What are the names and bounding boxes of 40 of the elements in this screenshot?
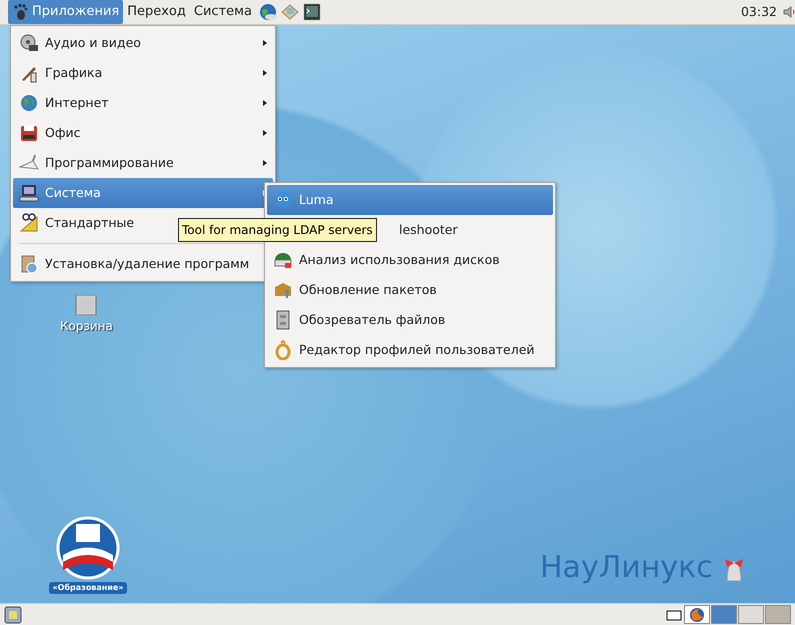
cartoon-face-icon (273, 190, 293, 210)
workspace-thumbnail[interactable] (738, 605, 764, 624)
menu-item[interactable]: Система (13, 178, 273, 208)
panel-menu[interactable]: Система (190, 0, 256, 24)
panel-menu[interactable]: Приложения (8, 0, 124, 24)
logo-caption: «Образование» (49, 582, 126, 594)
package-disc-icon (19, 254, 39, 274)
submenu-arrow-icon (263, 160, 267, 166)
box-arrow-icon (273, 280, 293, 300)
menu-item[interactable]: Luma (267, 185, 553, 215)
menu-item[interactable]: Обозреватель файлов (267, 305, 553, 335)
clock[interactable]: 03:32 (740, 2, 777, 22)
menu-item[interactable]: Офис (13, 118, 273, 148)
window-icon[interactable] (665, 608, 683, 622)
computer-icon (19, 183, 39, 203)
browser-globe-icon[interactable] (258, 2, 278, 22)
show-desktop-icon[interactable] (4, 606, 22, 624)
speaker-icon[interactable] (783, 5, 795, 19)
panel-menu[interactable]: Переход (123, 0, 190, 24)
menu-item[interactable]: Программирование (13, 148, 273, 178)
menu-item[interactable]: Редактор профилей пользователей (267, 335, 553, 365)
menu-item[interactable]: Графика (13, 58, 273, 88)
ring-icon (273, 340, 293, 360)
workspace-thumbnail[interactable] (765, 605, 791, 624)
submenu-arrow-icon (263, 40, 267, 46)
submenu-arrow-icon (263, 130, 267, 136)
menu-item[interactable]: Аудио и видео (13, 28, 273, 58)
footprint-icon (12, 3, 28, 21)
submenu-arrow-icon (263, 70, 267, 76)
scissors-ruler-icon (19, 213, 39, 233)
terminal-icon[interactable] (302, 2, 322, 22)
fox-globe-icon (689, 606, 705, 622)
workspace-thumbnail[interactable] (711, 605, 737, 624)
workspace-thumbnail[interactable] (684, 605, 710, 624)
disk-chart-icon (273, 250, 293, 270)
tooltip: Tool for managing LDAP servers (178, 218, 377, 242)
menu-item[interactable]: Интернет (13, 88, 273, 118)
brand-wordmark: НауЛинукс (540, 549, 713, 587)
submenu-arrow-icon (263, 100, 267, 106)
globe-icon (19, 93, 39, 113)
